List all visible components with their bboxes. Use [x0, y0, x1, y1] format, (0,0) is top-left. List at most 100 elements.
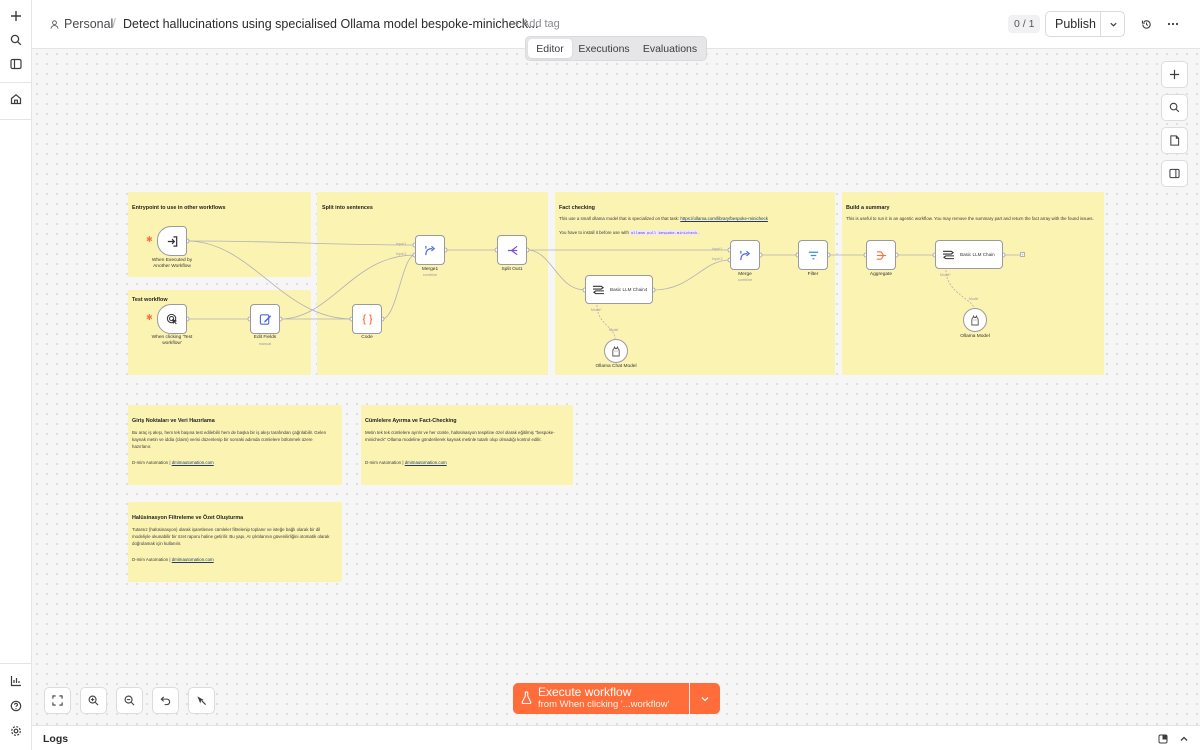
more-options-icon[interactable] — [1164, 15, 1182, 33]
connection — [279, 254, 416, 320]
project-name: Personal — [64, 17, 114, 31]
chain-icon — [593, 285, 604, 295]
chevron-down-icon — [1109, 22, 1117, 27]
node-ollama-chat-model[interactable] — [604, 339, 628, 363]
filter-icon — [808, 251, 818, 259]
version-counter: 0 / 1 — [1008, 15, 1041, 33]
node-code[interactable] — [352, 304, 382, 334]
trigger-bolt-icon: ✱ — [146, 313, 153, 322]
node-aggregate[interactable] — [866, 240, 896, 270]
search-icon[interactable] — [6, 30, 26, 50]
execute-sublabel: from When clicking '...workflow' — [538, 699, 670, 710]
workflow-canvas[interactable]: Entrypoint to use in other workflows Tes… — [32, 49, 1200, 725]
add-sticky-button[interactable] — [1161, 127, 1188, 154]
split-icon — [507, 245, 518, 255]
help-icon[interactable] — [6, 696, 26, 716]
fit-view-button[interactable] — [44, 687, 71, 714]
node-basic-llm-chain[interactable]: Basic LLM Chain — [935, 240, 1003, 269]
chain-icon — [943, 250, 954, 260]
workflow-title[interactable]: Detect hallucinations using specialised … — [123, 17, 539, 31]
node-label: Ollama Chat Model — [595, 364, 637, 369]
pointer-click-icon — [166, 313, 177, 324]
node-label: Code — [361, 335, 373, 340]
node-exec-by-workflow[interactable] — [157, 226, 187, 256]
node-subtitle: combine — [737, 278, 753, 282]
node-label: Aggregate — [869, 272, 893, 277]
publish-label: Publish — [1055, 17, 1096, 31]
node-subtitle: manual — [258, 342, 272, 346]
flask-icon — [521, 691, 532, 704]
logs-label: Logs — [43, 733, 69, 745]
connection — [526, 249, 586, 291]
zoom-in-button[interactable] — [80, 687, 107, 714]
publish-dropdown-button[interactable] — [1105, 16, 1121, 32]
execute-options-button[interactable] — [690, 683, 720, 714]
undo-button[interactable] — [152, 687, 179, 714]
insights-icon[interactable] — [6, 671, 26, 691]
logs-panel-bar[interactable]: Logs — [32, 725, 1200, 750]
breadcrumb-separator: / — [112, 15, 116, 31]
merge-icon — [739, 250, 750, 260]
chevron-down-icon — [701, 696, 709, 701]
node-label: When clicking 'Test workflow' — [151, 335, 193, 346]
node-basic-llm-chain4[interactable]: Basic LLM Chain4 — [585, 275, 653, 304]
zoom-in-icon — [88, 695, 99, 706]
connection — [186, 240, 416, 246]
node-filter[interactable] — [798, 240, 828, 270]
settings-gear-icon[interactable] — [6, 721, 26, 741]
node-ollama-model[interactable] — [963, 308, 987, 332]
execute-workflow-button[interactable]: Execute workflow from When clicking '...… — [513, 683, 689, 714]
pop-out-icon[interactable] — [1156, 732, 1169, 745]
node-label: When Executed by Another Workflow — [151, 258, 193, 269]
node-label: Edit Fields — [253, 335, 277, 340]
ollama-icon — [612, 345, 620, 356]
history-icon[interactable] — [1137, 15, 1155, 33]
node-label: Basic LLM Chain — [960, 251, 995, 257]
node-edit-fields[interactable] — [250, 304, 280, 334]
connection — [381, 254, 416, 320]
undo-icon — [160, 696, 171, 706]
braces-icon — [362, 313, 372, 325]
fit-view-icon — [52, 695, 63, 706]
node-label: Split Out1 — [501, 267, 523, 272]
node-subtitle: combine — [422, 273, 438, 277]
view-tabs: Editor Executions Evaluations — [525, 36, 707, 61]
pencil-icon — [259, 313, 271, 325]
sticky-note-icon — [1170, 135, 1180, 146]
zoom-out-button[interactable] — [116, 687, 143, 714]
node-split-out1[interactable] — [497, 235, 527, 265]
node-manual-trigger[interactable] — [157, 304, 187, 334]
tab-evaluations[interactable]: Evaluations — [636, 39, 704, 58]
panel-right-icon — [1169, 168, 1180, 179]
ollama-icon — [971, 314, 979, 325]
toggle-panel-button[interactable] — [1161, 160, 1188, 187]
node-label: Ollama Model — [960, 334, 990, 339]
connection — [652, 259, 731, 291]
tab-executions[interactable]: Executions — [573, 39, 635, 58]
chevron-up-icon[interactable] — [1177, 732, 1190, 745]
tidy-up-button[interactable] — [188, 687, 215, 714]
node-merge[interactable] — [730, 240, 760, 270]
add-node-button[interactable] — [1161, 61, 1188, 88]
zoom-out-icon — [124, 695, 135, 706]
add-tag-button[interactable]: + Add tag — [513, 18, 560, 30]
arrow-into-box-icon — [167, 235, 177, 247]
add-icon[interactable] — [6, 6, 26, 26]
tab-editor[interactable]: Editor — [528, 39, 572, 58]
node-label: Basic LLM Chain4 — [610, 286, 648, 292]
connections-layer — [184, 238, 1020, 340]
project-breadcrumb[interactable]: Personal — [50, 17, 113, 31]
home-icon[interactable] — [6, 89, 26, 109]
panel-toggle-icon[interactable] — [6, 54, 26, 74]
search-nodes-button[interactable] — [1161, 94, 1188, 121]
execute-label: Execute workflow — [538, 685, 632, 699]
trigger-bolt-icon: ✱ — [146, 235, 153, 244]
left-sidebar — [0, 0, 32, 750]
user-icon — [50, 19, 59, 29]
node-label: Filter — [807, 272, 819, 277]
search-icon — [1169, 102, 1180, 113]
node-merge1[interactable] — [415, 235, 445, 265]
merge-icon — [424, 245, 435, 255]
add-node-handle[interactable]: + — [1020, 252, 1025, 257]
magic-wand-icon — [197, 696, 207, 706]
